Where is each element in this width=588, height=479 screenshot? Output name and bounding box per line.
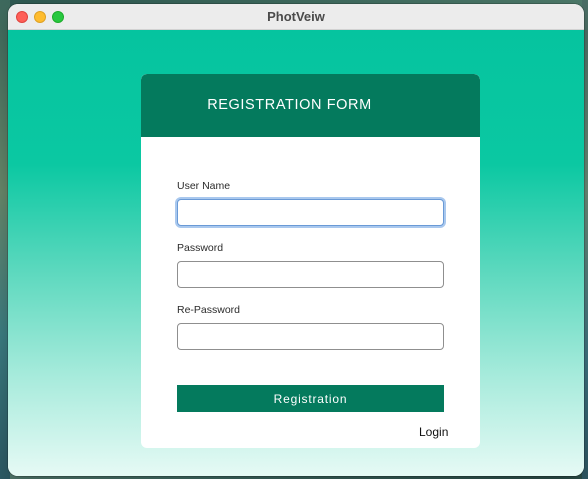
username-input[interactable] bbox=[177, 199, 444, 226]
title-bar[interactable]: PhotVeiw bbox=[8, 4, 584, 30]
window-title: PhotVeiw bbox=[267, 9, 325, 24]
login-link[interactable]: Login bbox=[419, 424, 451, 440]
app-window: PhotVeiw REGISTRATION FORM User Name Pas… bbox=[8, 4, 584, 476]
password-input[interactable] bbox=[177, 261, 444, 288]
form-title: REGISTRATION FORM bbox=[207, 97, 372, 113]
re-password-input[interactable] bbox=[177, 323, 444, 350]
username-label: User Name bbox=[177, 180, 231, 192]
registration-header: REGISTRATION FORM bbox=[141, 74, 480, 137]
registration-button[interactable]: Registration bbox=[177, 385, 444, 412]
password-label: Password bbox=[177, 242, 224, 254]
window-content: REGISTRATION FORM User Name Password Re-… bbox=[8, 30, 584, 476]
re-password-label: Re-Password bbox=[177, 304, 241, 316]
registration-card: REGISTRATION FORM User Name Password Re-… bbox=[141, 74, 480, 448]
